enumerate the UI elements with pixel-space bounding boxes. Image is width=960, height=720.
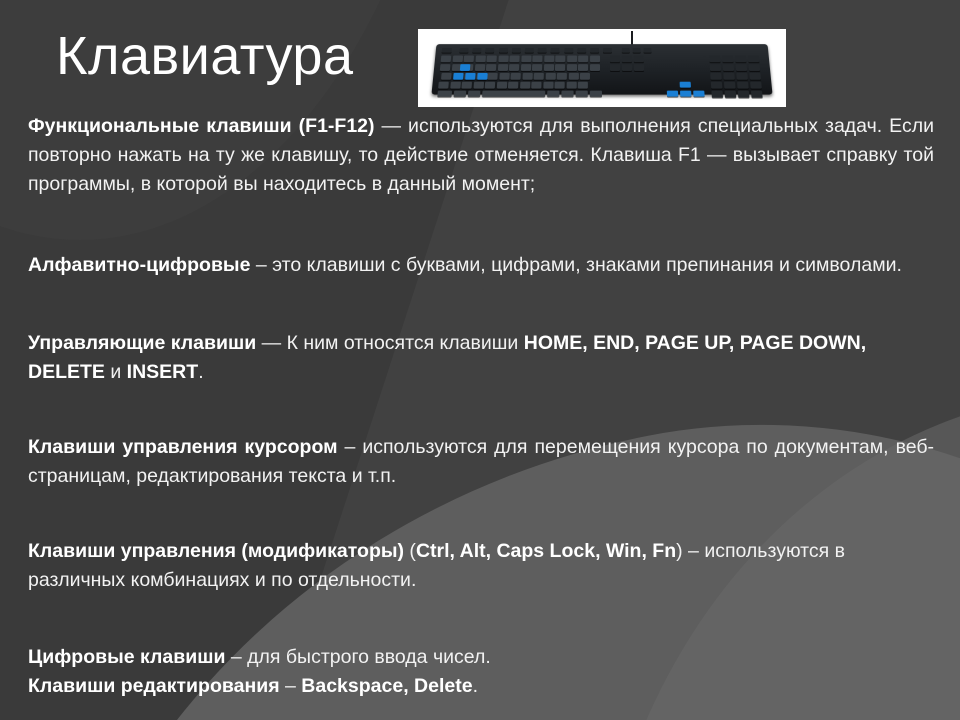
section-lead-functional: Функциональные клавиши (F1-F12) <box>28 115 375 137</box>
section-body-editing-pre: – <box>279 675 302 697</box>
keyboard-cable-icon <box>631 31 633 45</box>
section-body-alphanumeric: – это клавиши с буквами, цифрами, знакам… <box>250 254 902 276</box>
section-lead-alphanumeric: Алфавитно-цифровые <box>28 254 251 276</box>
section-lead-editing: Клавиши редактирования <box>28 675 280 697</box>
section-body-numeric: – для быстрого ввода чисел. <box>225 646 491 668</box>
section-alphanumeric-keys: Алфавитно-цифровые – это клавиши с буква… <box>28 251 934 280</box>
section-body-modifier-pre: ( <box>404 540 416 562</box>
section-functional-keys: Функциональные клавиши (F1-F12) — исполь… <box>28 112 934 199</box>
keyboard-body <box>431 44 773 98</box>
section-control-keys: Управляющие клавиши — К ним относятся кл… <box>28 329 934 387</box>
section-body-control-post: . <box>198 361 204 383</box>
section-numeric-keys: Цифровые клавиши – для быстрого ввода чи… <box>28 643 934 672</box>
section-body-control-mid: и <box>104 361 127 383</box>
section-lead-cursor: Клавиши управления курсором <box>28 436 338 458</box>
section-lead-numeric: Цифровые клавиши <box>28 646 226 668</box>
slide-content: Функциональные клавиши (F1-F12) — исполь… <box>28 112 934 701</box>
section-editing-keys: Клавиши редактирования – Backspace, Dele… <box>28 672 934 701</box>
section-modifier-keys: Клавиши управления (модификаторы) (Ctrl,… <box>28 537 934 595</box>
keyboard-photo <box>418 29 786 107</box>
page-title: Клавиатура <box>56 26 354 86</box>
keyboard-keys <box>431 44 772 98</box>
key-list-editing: Backspace, Delete <box>301 675 473 697</box>
section-body-editing-post: . <box>472 675 478 697</box>
presentation-slide: Клавиатура Функциональные клавиши (F1-F1… <box>0 0 960 720</box>
section-cursor-keys: Клавиши управления курсором – используют… <box>28 433 934 491</box>
key-list-modifier: Ctrl, Alt, Caps Lock, Win, Fn <box>415 540 677 562</box>
section-lead-modifier: Клавиши управления (модификаторы) <box>28 540 405 562</box>
key-list-control-2: INSERT <box>126 361 199 383</box>
section-body-control-pre: — К ним относятся клавиши <box>256 332 524 354</box>
section-lead-control: Управляющие клавиши <box>28 332 257 354</box>
